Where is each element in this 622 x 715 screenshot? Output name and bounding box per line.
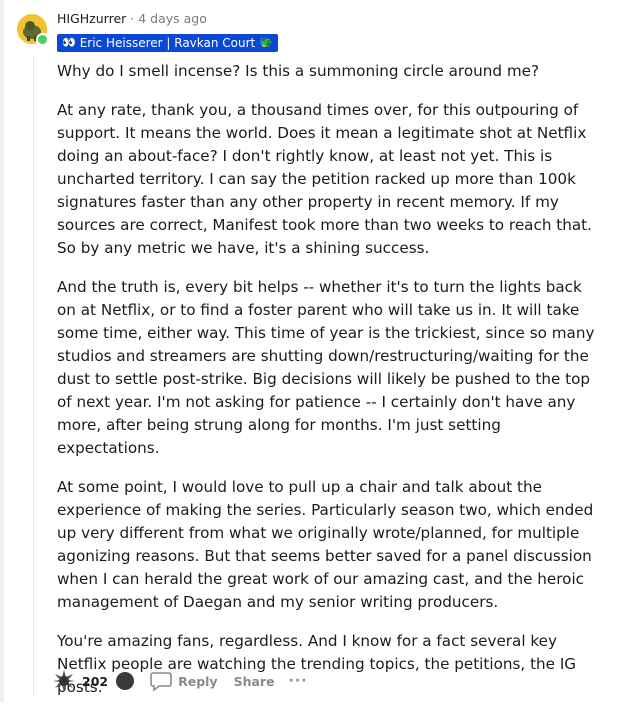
meta-separator: ·: [130, 11, 135, 26]
comment-paragraph: At any rate, thank you, a thousand times…: [57, 101, 592, 257]
reply-label: Reply: [178, 673, 218, 689]
vote-score: 202: [82, 673, 109, 689]
comment-timestamp[interactable]: 4 days ago: [138, 11, 207, 26]
downvote-icon[interactable]: [116, 672, 135, 690]
comment-bubble-icon: [150, 672, 172, 691]
flair-eyes-emoji: 👀: [62, 36, 76, 49]
online-status-indicator: [36, 33, 49, 46]
comment-body: Why do I smell incense? Is this a summon…: [57, 60, 602, 715]
thread-collapse-bar[interactable]: [0, 0, 4, 702]
comment-paragraph: And the truth is, every bit helps -- whe…: [57, 278, 595, 457]
share-button[interactable]: Share: [234, 674, 275, 689]
flair-text: Eric Heisserer | Ravkan Court: [79, 36, 256, 50]
comment-paragraph: Why do I smell incense? Is this a summon…: [57, 62, 540, 80]
comment-meta: HIGHzurrer · 4 days ago: [57, 11, 207, 26]
more-options-button[interactable]: ···: [289, 673, 308, 689]
user-flair: 👀 Eric Heisserer | Ravkan Court 🐲: [57, 34, 278, 52]
reply-button[interactable]: Reply: [150, 671, 218, 691]
author-name[interactable]: HIGHzurrer: [57, 11, 126, 26]
comment-actions: 202 Reply Share ···: [52, 668, 308, 694]
award-upvote-icon[interactable]: [52, 669, 76, 693]
author-avatar[interactable]: [17, 14, 49, 46]
comment-paragraph: At some point, I would love to pull up a…: [57, 478, 594, 611]
flair-dragon-emoji: 🐲: [259, 36, 273, 49]
thread-line[interactable]: [33, 55, 34, 695]
